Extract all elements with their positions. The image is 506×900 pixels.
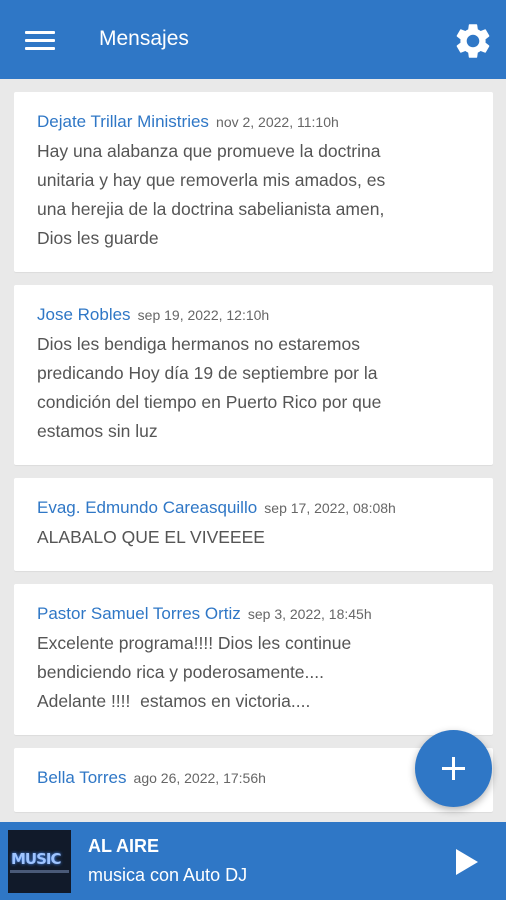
page-title: Mensajes (99, 27, 189, 50)
message-text: Dios les bendiga hermanos no estaremos p… (37, 334, 382, 441)
cover-logo-text: MUSIC (11, 850, 61, 868)
add-message-button[interactable] (415, 730, 492, 807)
message-author: Pastor Samuel Torres Ortiz (37, 604, 241, 623)
message-author: Jose Robles (37, 305, 131, 324)
menu-icon-line (25, 47, 55, 50)
message-author: Dejate Trillar Ministries (37, 112, 209, 131)
cover-decoration (10, 870, 69, 873)
menu-icon-line (25, 39, 55, 42)
message-time: ago 26, 2022, 17:56h (133, 770, 266, 786)
message-author: Evag. Edmundo Careasquillo (37, 498, 258, 517)
gear-icon[interactable] (452, 20, 494, 62)
menu-icon-line (25, 31, 55, 34)
message-card[interactable]: Pastor Samuel Torres Ortiz sep 3, 2022, … (14, 584, 493, 735)
radio-player-bar[interactable]: MUSIC AL AIRE musica con Auto DJ (0, 822, 506, 900)
message-text: Hay una alabanza que promueve la doctrin… (37, 141, 386, 248)
player-subtitle: musica con Auto DJ (88, 865, 248, 885)
plus-icon (442, 757, 465, 780)
play-icon[interactable] (448, 845, 482, 879)
message-time: nov 2, 2022, 11:10h (216, 114, 339, 130)
message-time: sep 3, 2022, 18:45h (247, 606, 372, 622)
message-card[interactable]: Jose Robles sep 19, 2022, 12:10h Dios le… (14, 285, 493, 465)
album-cover: MUSIC (8, 830, 71, 893)
app-bar: Mensajes (0, 0, 506, 79)
message-card[interactable]: Evag. Edmundo Careasquillo sep 17, 2022,… (14, 478, 493, 571)
message-time: sep 17, 2022, 08:08h (264, 500, 396, 516)
menu-button[interactable] (22, 28, 56, 54)
message-text: Excelente programa!!!! Dios les continue… (37, 633, 352, 711)
message-time: sep 19, 2022, 12:10h (137, 307, 270, 323)
message-card[interactable]: Dejate Trillar Ministries nov 2, 2022, 1… (14, 92, 493, 272)
player-title: AL AIRE (88, 836, 160, 856)
message-list[interactable]: Dejate Trillar Ministries nov 2, 2022, 1… (14, 92, 493, 822)
message-author: Bella Torres (37, 768, 127, 787)
message-text: ALABALO QUE EL VIVEEEE (37, 527, 265, 547)
